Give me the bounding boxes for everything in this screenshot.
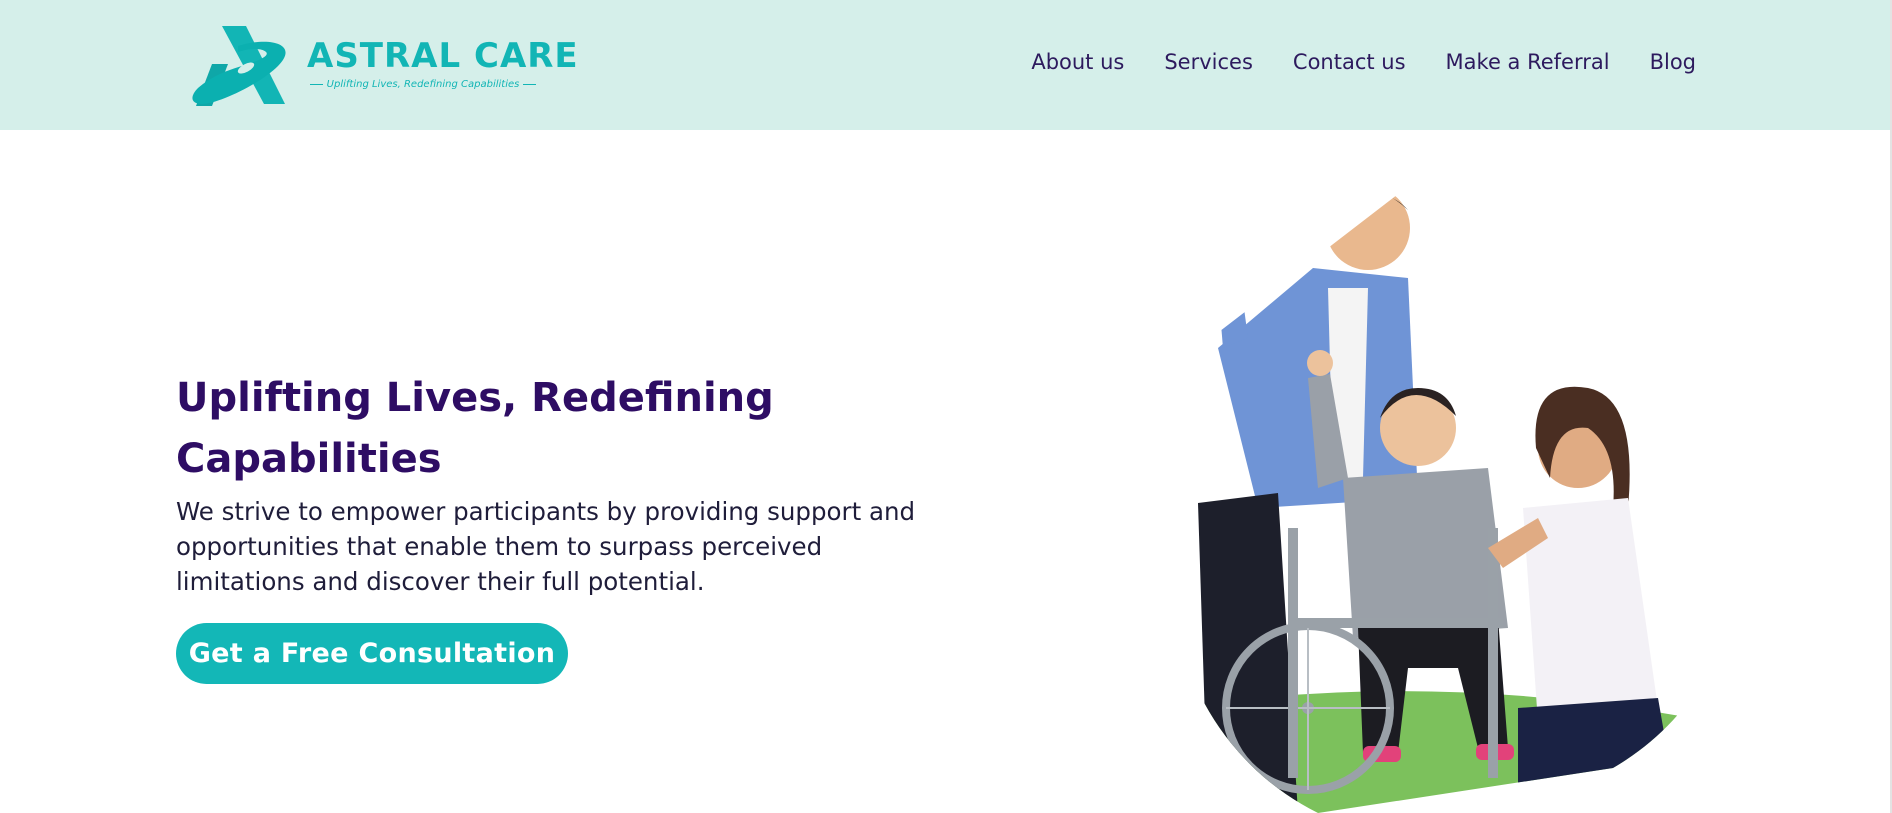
hero-description: We strive to empower participants by pro…: [176, 497, 916, 596]
site-header: ASTRAL CARE Uplifting Lives, Redefining …: [0, 0, 1890, 130]
astral-care-logo[interactable]: ASTRAL CARE Uplifting Lives, Redefining …: [188, 24, 578, 108]
caregivers-with-wheelchair-photo-icon: [1172, 148, 1718, 813]
brand-tagline-text: Uplifting Lives, Redefining Capabilities: [326, 79, 520, 90]
brand-tagline: Uplifting Lives, Redefining Capabilities: [310, 79, 537, 90]
astral-logo-mark-icon: [192, 26, 286, 106]
nav-blog[interactable]: Blog: [1650, 50, 1696, 74]
nav-contact-us[interactable]: Contact us: [1293, 50, 1406, 74]
brand-name: ASTRAL CARE: [307, 36, 579, 76]
nav-make-a-referral[interactable]: Make a Referral: [1446, 50, 1610, 74]
free-consultation-button[interactable]: Get a Free Consultation: [176, 623, 568, 684]
nav-services[interactable]: Services: [1164, 50, 1253, 74]
main-nav: About us Services Contact us Make a Refe…: [1031, 50, 1696, 74]
tagline-rule-right: [523, 84, 537, 85]
tagline-rule-left: [310, 84, 323, 85]
hero-title: Uplifting Lives, Redefining Capabilities: [176, 375, 774, 482]
hero-image: [1158, 148, 1718, 813]
hero-section: Uplifting Lives, Redefining Capabilities…: [176, 368, 956, 599]
nav-about-us[interactable]: About us: [1031, 50, 1124, 74]
